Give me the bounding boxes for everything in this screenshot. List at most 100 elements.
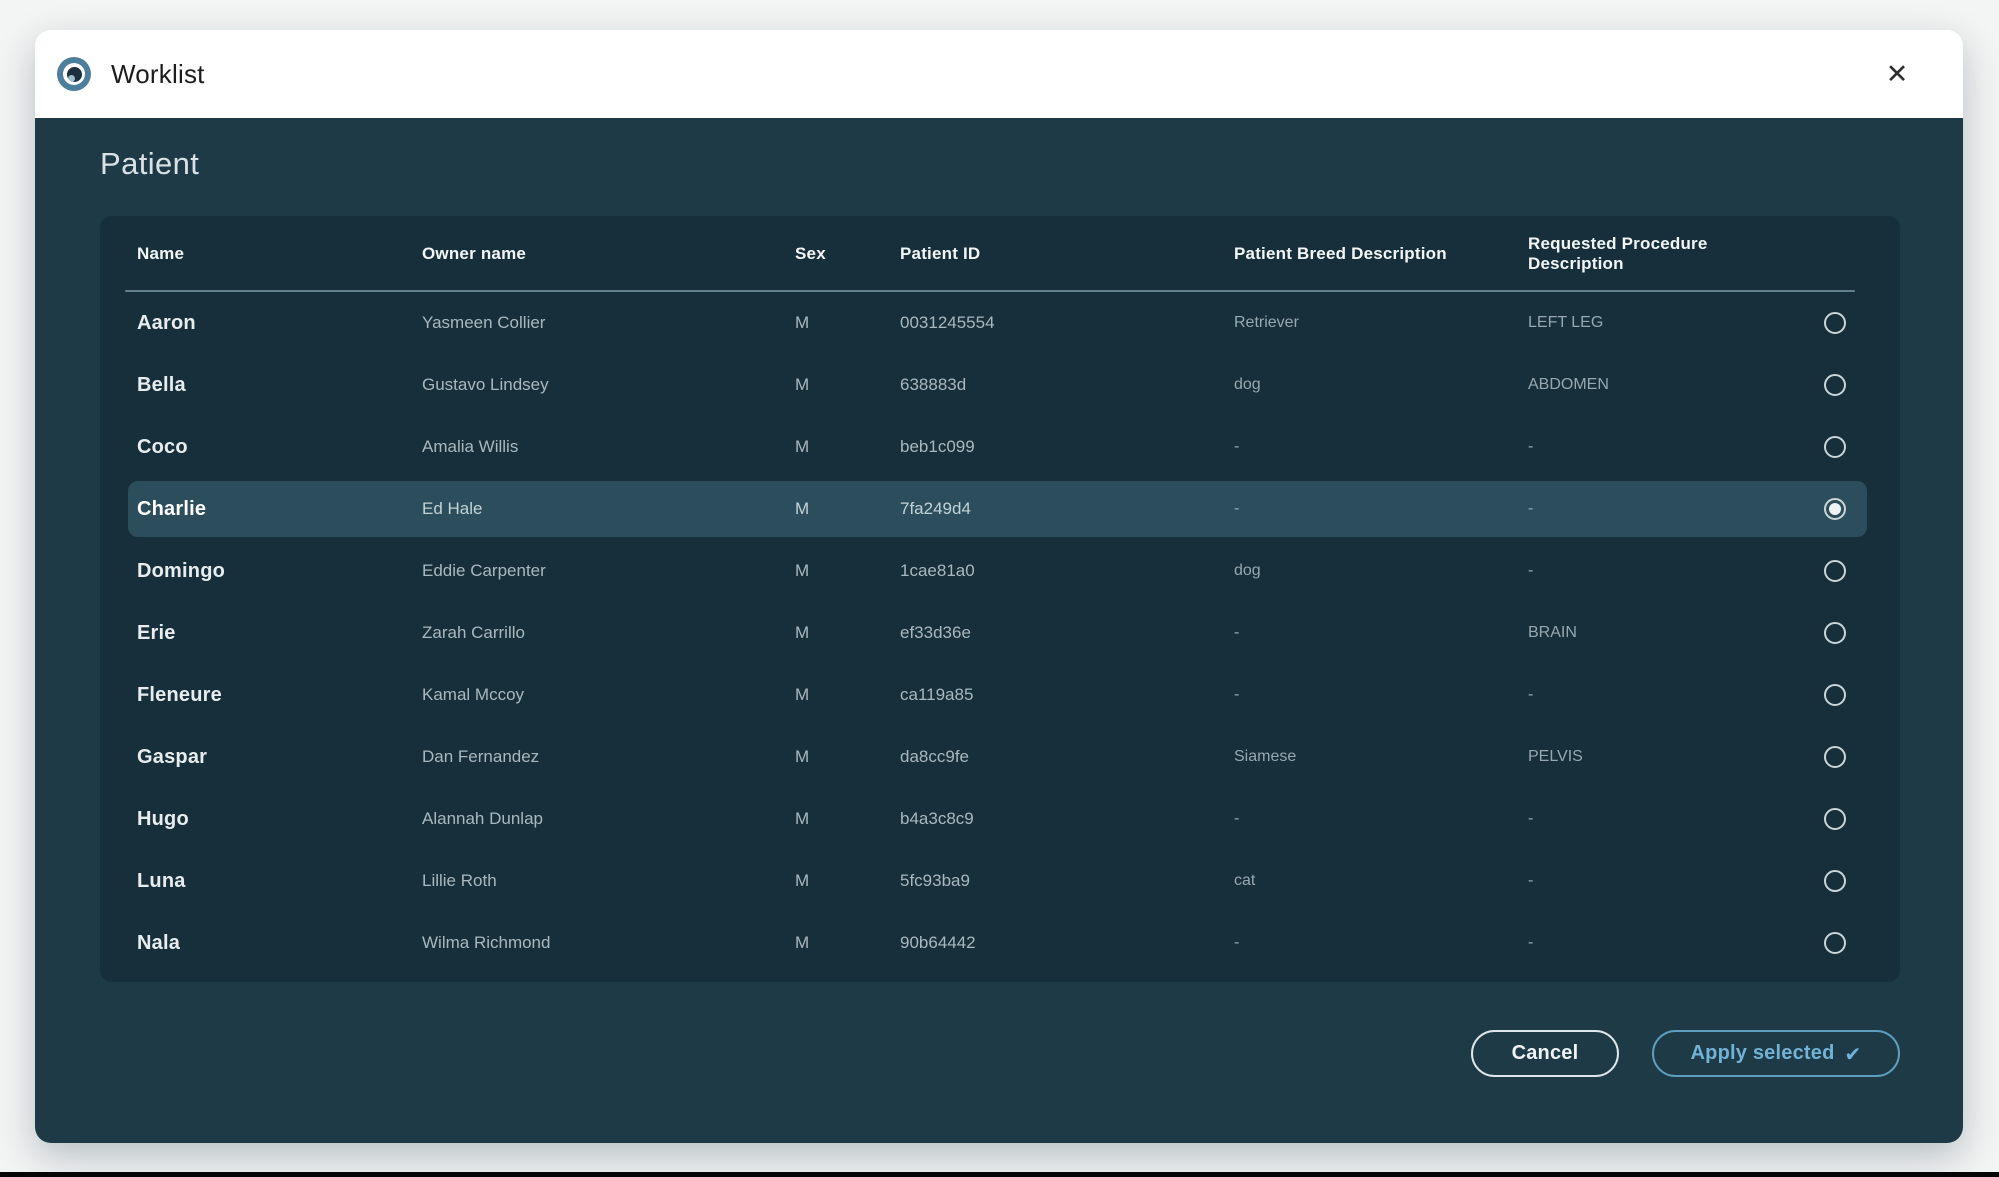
- radio-button[interactable]: [1824, 746, 1846, 768]
- cell-patient-id: da8cc9fe: [900, 747, 1234, 767]
- table-row[interactable]: Aaron Yasmeen Collier M 0031245554 Retri…: [100, 292, 1900, 354]
- cell-name: Charlie: [137, 498, 422, 521]
- cell-owner-name: Kamal Mccoy: [422, 685, 795, 705]
- cell-owner-name: Ed Hale: [422, 499, 795, 519]
- table-row[interactable]: Erie Zarah Carrillo M ef33d36e - BRAIN: [100, 602, 1900, 664]
- close-icon[interactable]: ✕: [1875, 52, 1919, 96]
- cell-name: Hugo: [137, 808, 422, 831]
- cell-name: Aaron: [137, 312, 422, 335]
- table-row[interactable]: Nala Wilma Richmond M 90b64442 - -: [100, 912, 1900, 974]
- screen-bottom-edge: [0, 1172, 1999, 1177]
- cell-procedure-description: -: [1528, 810, 1800, 828]
- cell-procedure-description: LEFT LEG: [1528, 314, 1800, 332]
- column-header-procedure: Requested Procedure Description: [1528, 234, 1800, 274]
- cell-name: Fleneure: [137, 684, 422, 707]
- row-radio-cell: [1800, 312, 1870, 334]
- cell-breed-description: -: [1234, 686, 1528, 704]
- cell-sex: M: [795, 623, 900, 643]
- dialog-footer: Cancel Apply selected ✔: [100, 1030, 1900, 1077]
- cell-patient-id: 0031245554: [900, 313, 1234, 333]
- cell-sex: M: [795, 499, 900, 519]
- eye-logo-icon: [57, 57, 91, 91]
- cell-breed-description: Siamese: [1234, 748, 1528, 766]
- table-row[interactable]: Fleneure Kamal Mccoy M ca119a85 - -: [100, 664, 1900, 726]
- cell-procedure-description: -: [1528, 438, 1800, 456]
- worklist-dialog: Worklist ✕ Patient Name Owner name Sex P…: [35, 30, 1963, 1143]
- cell-breed-description: -: [1234, 438, 1528, 456]
- cell-sex: M: [795, 375, 900, 395]
- cell-sex: M: [795, 871, 900, 891]
- radio-button[interactable]: [1824, 932, 1846, 954]
- cell-name: Domingo: [137, 560, 422, 583]
- cell-patient-id: 90b64442: [900, 933, 1234, 953]
- cell-patient-id: 5fc93ba9: [900, 871, 1234, 891]
- column-header-patient-id: Patient ID: [900, 244, 1234, 264]
- dialog-titlebar: Worklist ✕: [35, 30, 1963, 118]
- column-header-breed: Patient Breed Description: [1234, 244, 1528, 264]
- cell-sex: M: [795, 685, 900, 705]
- cell-owner-name: Zarah Carrillo: [422, 623, 795, 643]
- table-row[interactable]: Domingo Eddie Carpenter M 1cae81a0 dog -: [100, 540, 1900, 602]
- apply-selected-label: Apply selected: [1691, 1042, 1835, 1065]
- cell-name: Gaspar: [137, 746, 422, 769]
- cell-procedure-description: -: [1528, 686, 1800, 704]
- radio-button[interactable]: [1824, 374, 1846, 396]
- table-row[interactable]: Hugo Alannah Dunlap M b4a3c8c9 - -: [100, 788, 1900, 850]
- cell-sex: M: [795, 313, 900, 333]
- cell-name: Nala: [137, 932, 422, 955]
- radio-button[interactable]: [1824, 622, 1846, 644]
- row-radio-cell: [1800, 374, 1870, 396]
- check-icon: ✔: [1845, 1042, 1862, 1066]
- table-row[interactable]: Charlie Ed Hale M 7fa249d4 - -: [100, 478, 1900, 540]
- cell-procedure-description: PELVIS: [1528, 748, 1800, 766]
- cell-patient-id: 638883d: [900, 375, 1234, 395]
- radio-button[interactable]: [1824, 312, 1846, 334]
- cell-breed-description: -: [1234, 624, 1528, 642]
- table-row[interactable]: Luna Lillie Roth M 5fc93ba9 cat -: [100, 850, 1900, 912]
- cell-sex: M: [795, 809, 900, 829]
- cell-owner-name: Eddie Carpenter: [422, 561, 795, 581]
- cell-sex: M: [795, 437, 900, 457]
- cell-procedure-description: -: [1528, 500, 1800, 518]
- cell-patient-id: 1cae81a0: [900, 561, 1234, 581]
- row-radio-cell: [1800, 870, 1870, 892]
- cell-procedure-description: ABDOMEN: [1528, 376, 1800, 394]
- row-radio-cell: [1800, 622, 1870, 644]
- cancel-button[interactable]: Cancel: [1471, 1030, 1619, 1077]
- radio-button[interactable]: [1824, 684, 1846, 706]
- cell-owner-name: Dan Fernandez: [422, 747, 795, 767]
- row-radio-cell: [1800, 436, 1870, 458]
- cell-owner-name: Wilma Richmond: [422, 933, 795, 953]
- cell-sex: M: [795, 561, 900, 581]
- radio-button[interactable]: [1824, 436, 1846, 458]
- window-title: Worklist: [111, 59, 205, 90]
- patient-table: Name Owner name Sex Patient ID Patient B…: [100, 216, 1900, 982]
- patient-section-heading: Patient: [100, 146, 1900, 182]
- column-header-name: Name: [137, 244, 422, 264]
- table-row[interactable]: Gaspar Dan Fernandez M da8cc9fe Siamese …: [100, 726, 1900, 788]
- radio-button[interactable]: [1824, 870, 1846, 892]
- table-row[interactable]: Bella Gustavo Lindsey M 638883d dog ABDO…: [100, 354, 1900, 416]
- radio-button[interactable]: [1824, 560, 1846, 582]
- cell-patient-id: b4a3c8c9: [900, 809, 1234, 829]
- cell-breed-description: Retriever: [1234, 314, 1528, 332]
- cell-sex: M: [795, 747, 900, 767]
- radio-button[interactable]: [1824, 498, 1846, 520]
- table-header-row: Name Owner name Sex Patient ID Patient B…: [100, 216, 1900, 292]
- cell-procedure-description: -: [1528, 562, 1800, 580]
- apply-selected-button[interactable]: Apply selected ✔: [1652, 1030, 1900, 1077]
- row-radio-cell: [1800, 932, 1870, 954]
- cell-owner-name: Amalia Willis: [422, 437, 795, 457]
- row-radio-cell: [1800, 808, 1870, 830]
- cell-breed-description: dog: [1234, 562, 1528, 580]
- row-radio-cell: [1800, 498, 1870, 520]
- cell-breed-description: cat: [1234, 872, 1528, 890]
- radio-button[interactable]: [1824, 808, 1846, 830]
- cell-procedure-description: -: [1528, 872, 1800, 890]
- cell-owner-name: Yasmeen Collier: [422, 313, 795, 333]
- cell-patient-id: beb1c099: [900, 437, 1234, 457]
- cell-patient-id: ca119a85: [900, 685, 1234, 705]
- dialog-body: Patient Name Owner name Sex Patient ID P…: [35, 118, 1963, 1143]
- cell-name: Luna: [137, 870, 422, 893]
- table-row[interactable]: Coco Amalia Willis M beb1c099 - -: [100, 416, 1900, 478]
